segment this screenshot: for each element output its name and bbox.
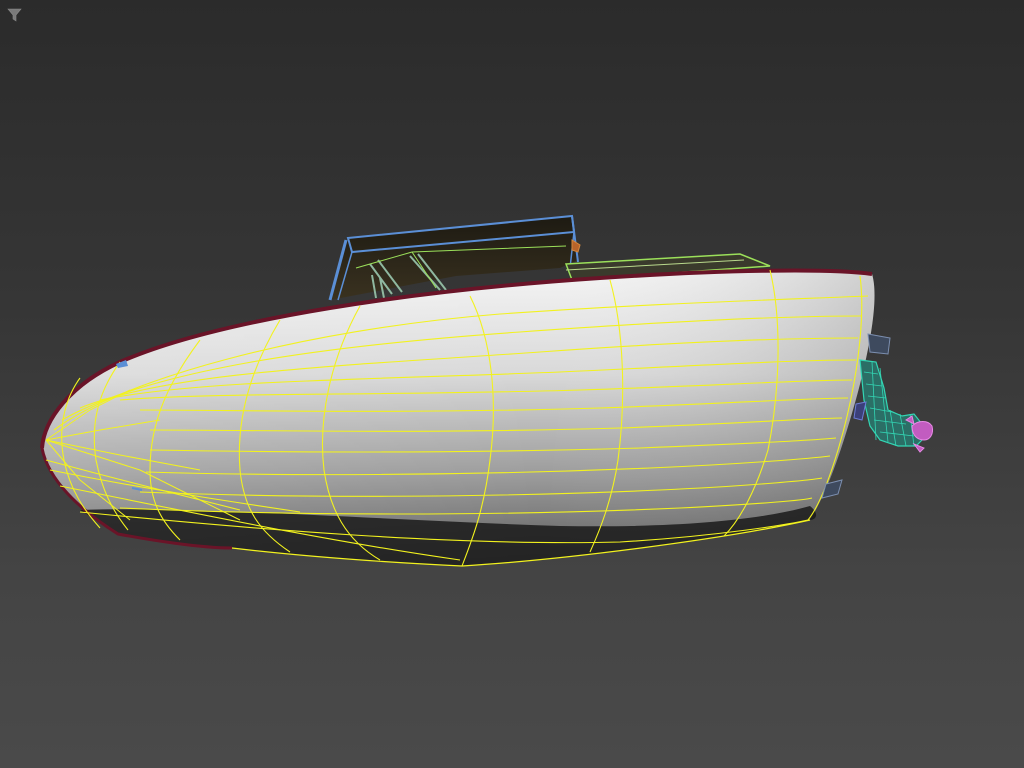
boat-model[interactable] [0, 0, 1024, 768]
3d-viewport[interactable] [0, 0, 1024, 768]
hull [40, 268, 875, 567]
outboard-engine [853, 359, 933, 453]
